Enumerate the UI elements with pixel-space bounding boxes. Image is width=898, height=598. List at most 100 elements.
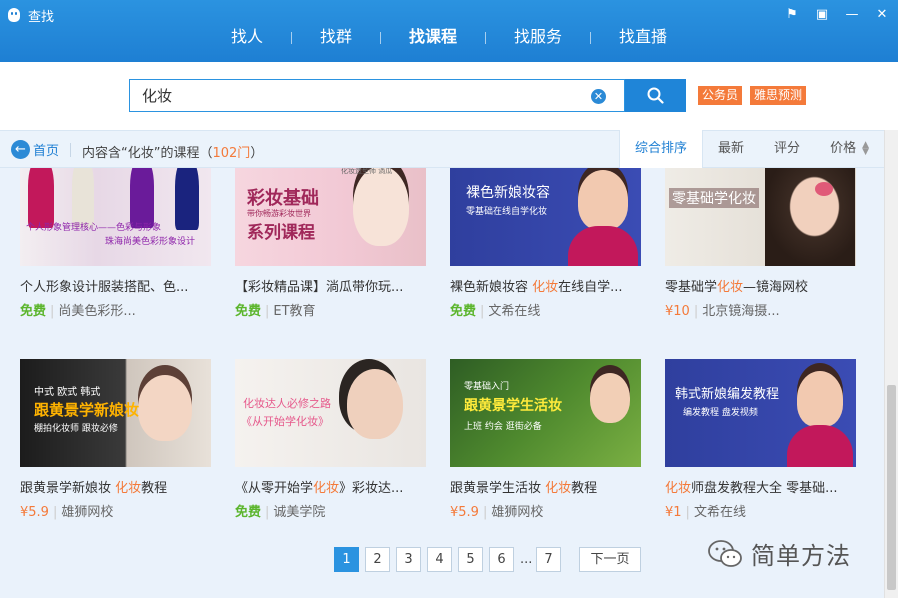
sort-rating[interactable]: 评分 (759, 130, 815, 168)
search-input[interactable] (130, 80, 570, 111)
result-count: 102门 (212, 146, 251, 161)
course-thumbnail[interactable]: 零基础学化妆 (665, 168, 856, 266)
course-meta: ¥5.9 | 雄狮网校 (450, 505, 544, 520)
course-price: ¥5.9 (450, 505, 479, 520)
course-title[interactable]: 零基础学化妆—镜海网校 (665, 276, 856, 295)
hot-tag-ielts[interactable]: 雅思预测 (750, 86, 807, 105)
sort-comprehensive[interactable]: 综合排序 (619, 130, 704, 168)
course-card[interactable]: 彩妆基础 带你畅游彩妆世界 系列课程 化妆造型师 淌瓜 【彩妆精品课】淌瓜带你玩… (235, 168, 426, 319)
course-title[interactable]: 个人形象设计服装搭配、色... (20, 276, 211, 295)
page-button-7[interactable]: 7 (536, 547, 561, 572)
lock-icon[interactable]: ▣ (814, 7, 830, 22)
course-title[interactable]: 《从零开始学化妆》彩妆达... (235, 477, 426, 496)
thumb-text: 彩妆基础 (247, 188, 319, 209)
course-thumbnail[interactable]: 彩妆基础 带你畅游彩妆世界 系列课程 化妆造型师 淌瓜 (235, 168, 426, 266)
next-page-button[interactable]: 下一页 (579, 547, 641, 572)
page-button-2[interactable]: 2 (365, 547, 390, 572)
course-title-text: 教程 (141, 481, 168, 496)
thumb-text: 化妆达人必修之路 (243, 397, 331, 410)
course-card[interactable]: 个人形象管理核心——色彩与形象 珠海尚美色彩形象设计 个人形象设计服装搭配、色.… (20, 168, 211, 319)
course-title-highlight: 化妆 (313, 481, 340, 496)
sort-newest[interactable]: 最新 (703, 130, 759, 168)
course-title-text: 》彩妆达... (339, 481, 404, 496)
course-title-text: 教程 (571, 481, 598, 496)
vertical-scrollbar[interactable] (884, 130, 898, 598)
tab-find-services[interactable]: 找服务 (486, 24, 590, 62)
course-thumbnail[interactable]: 化妆达人必修之路 《从开始学化妆》 (235, 359, 426, 467)
course-card[interactable]: 韩式新娘编发教程 编发教程 盘发视频 化妆师盘发教程大全 零基础... ¥1 | 文… (665, 359, 856, 520)
course-title-text: —镜海网校 (743, 280, 809, 295)
sort-arrows-icon: ▲ ▼ (862, 139, 869, 157)
course-meta: 免费 | 诚美学院 (235, 505, 326, 520)
window-title: 查找 (6, 6, 54, 25)
page-button-5[interactable]: 5 (458, 547, 483, 572)
page-button-1[interactable]: 1 (334, 547, 359, 572)
course-card[interactable]: 中式 欧式 韩式 跟黄景学新娘妆 棚拍化妆师 跟妆必修 跟黄景学新娘妆 化妆教程… (20, 359, 211, 520)
search-button[interactable] (625, 79, 686, 112)
thumb-text: 零基础学化妆 (669, 188, 759, 208)
course-provider[interactable]: 诚美学院 (273, 505, 325, 520)
home-label: 首页 (33, 144, 60, 159)
course-price: 免费 (450, 304, 477, 319)
course-meta: 免费 | 文希在线 (450, 304, 541, 319)
result-suffix: ） (250, 146, 264, 161)
search-box: ✕ (129, 79, 625, 112)
course-title-highlight: 化妆 (532, 280, 559, 295)
course-thumbnail[interactable]: 中式 欧式 韩式 跟黄景学新娘妆 棚拍化妆师 跟妆必修 (20, 359, 211, 467)
hot-search-tags: 公务员 雅思预测 (698, 86, 807, 105)
title-bar: 查找 ⚑ ▣ — ✕ 找人 找群 找课程 找服务 找直播 (0, 0, 898, 74)
thumb-text: 系列课程 (247, 223, 315, 243)
course-provider[interactable]: 文希在线 (488, 304, 540, 319)
course-results: 个人形象管理核心——色彩与形象 珠海尚美色彩形象设计 个人形象设计服装搭配、色.… (0, 168, 884, 598)
course-title-text: 跟黄景学生活妆 (450, 481, 546, 496)
sort-price-label: 价格 (830, 141, 857, 156)
course-thumbnail[interactable]: 零基础入门 跟黄景学生活妆 上班 约会 逛街必备 (450, 359, 641, 467)
course-meta: 免费 | ET教育 (235, 304, 316, 319)
clear-search-icon[interactable]: ✕ (591, 89, 606, 104)
home-link[interactable]: ← 首页 (11, 140, 59, 159)
course-thumbnail[interactable]: 个人形象管理核心——色彩与形象 珠海尚美色彩形象设计 (20, 168, 211, 266)
course-title[interactable]: 【彩妆精品课】淌瓜带你玩... (235, 276, 426, 295)
page-button-3[interactable]: 3 (396, 547, 421, 572)
tab-find-groups[interactable]: 找群 (292, 24, 380, 62)
course-title[interactable]: 化妆师盘发教程大全 零基础... (665, 477, 856, 496)
back-arrow-icon: ← (11, 140, 30, 159)
close-icon[interactable]: ✕ (874, 7, 890, 22)
tab-find-people[interactable]: 找人 (203, 24, 291, 62)
minimize-icon[interactable]: — (844, 7, 860, 22)
course-title[interactable]: 裸色新娘妆容 化妆在线自学... (450, 276, 641, 295)
course-provider[interactable]: 尚美色彩形... (58, 304, 135, 319)
course-provider[interactable]: 文希在线 (694, 505, 746, 520)
scrollbar-thumb[interactable] (887, 385, 896, 590)
page-button-4[interactable]: 4 (427, 547, 452, 572)
course-meta: 免费 | 尚美色彩形... (20, 304, 136, 319)
thumb-text: 跟黄景学生活妆 (464, 398, 562, 414)
course-provider[interactable]: 雄狮网校 (61, 505, 113, 520)
course-title-highlight: 化妆 (115, 481, 142, 496)
course-price: 免费 (235, 505, 262, 520)
course-price: ¥10 (665, 304, 690, 319)
page-button-6[interactable]: 6 (489, 547, 514, 572)
course-provider[interactable]: 北京镜海摄... (702, 304, 779, 319)
feedback-icon[interactable]: ⚑ (784, 7, 800, 22)
tab-find-courses[interactable]: 找课程 (381, 24, 485, 74)
course-title[interactable]: 跟黄景学生活妆 化妆教程 (450, 477, 641, 496)
course-title-text: 在线自学... (558, 280, 623, 295)
course-thumbnail[interactable]: 韩式新娘编发教程 编发教程 盘发视频 (665, 359, 856, 467)
course-provider[interactable]: 雄狮网校 (491, 505, 543, 520)
course-card[interactable]: 零基础学化妆 零基础学化妆—镜海网校 ¥10 | 北京镜海摄... (665, 168, 856, 319)
course-card[interactable]: 裸色新娘妆容 零基础在线自学化妆 裸色新娘妆容 化妆在线自学... 免费 | 文希在… (450, 168, 641, 319)
pagination: 1 2 3 4 5 6 ... 7 下一页 (334, 547, 641, 572)
search-icon (647, 87, 664, 104)
course-title[interactable]: 跟黄景学新娘妆 化妆教程 (20, 477, 211, 496)
course-provider[interactable]: ET教育 (273, 304, 315, 319)
course-price: ¥1 (665, 505, 682, 520)
tab-find-live[interactable]: 找直播 (591, 24, 695, 62)
hot-tag-civil-servant[interactable]: 公务员 (698, 86, 743, 105)
course-thumbnail[interactable]: 裸色新娘妆容 零基础在线自学化妆 (450, 168, 641, 266)
sort-price[interactable]: 价格 ▲ ▼ (815, 130, 884, 168)
course-card[interactable]: 零基础入门 跟黄景学生活妆 上班 约会 逛街必备 跟黄景学生活妆 化妆教程 ¥5… (450, 359, 641, 520)
course-title-text: 【彩妆精品课】淌瓜带你玩... (235, 280, 404, 295)
course-price: 免费 (20, 304, 47, 319)
course-card[interactable]: 化妆达人必修之路 《从开始学化妆》 《从零开始学化妆》彩妆达... 免费 | 诚美学… (235, 359, 426, 520)
